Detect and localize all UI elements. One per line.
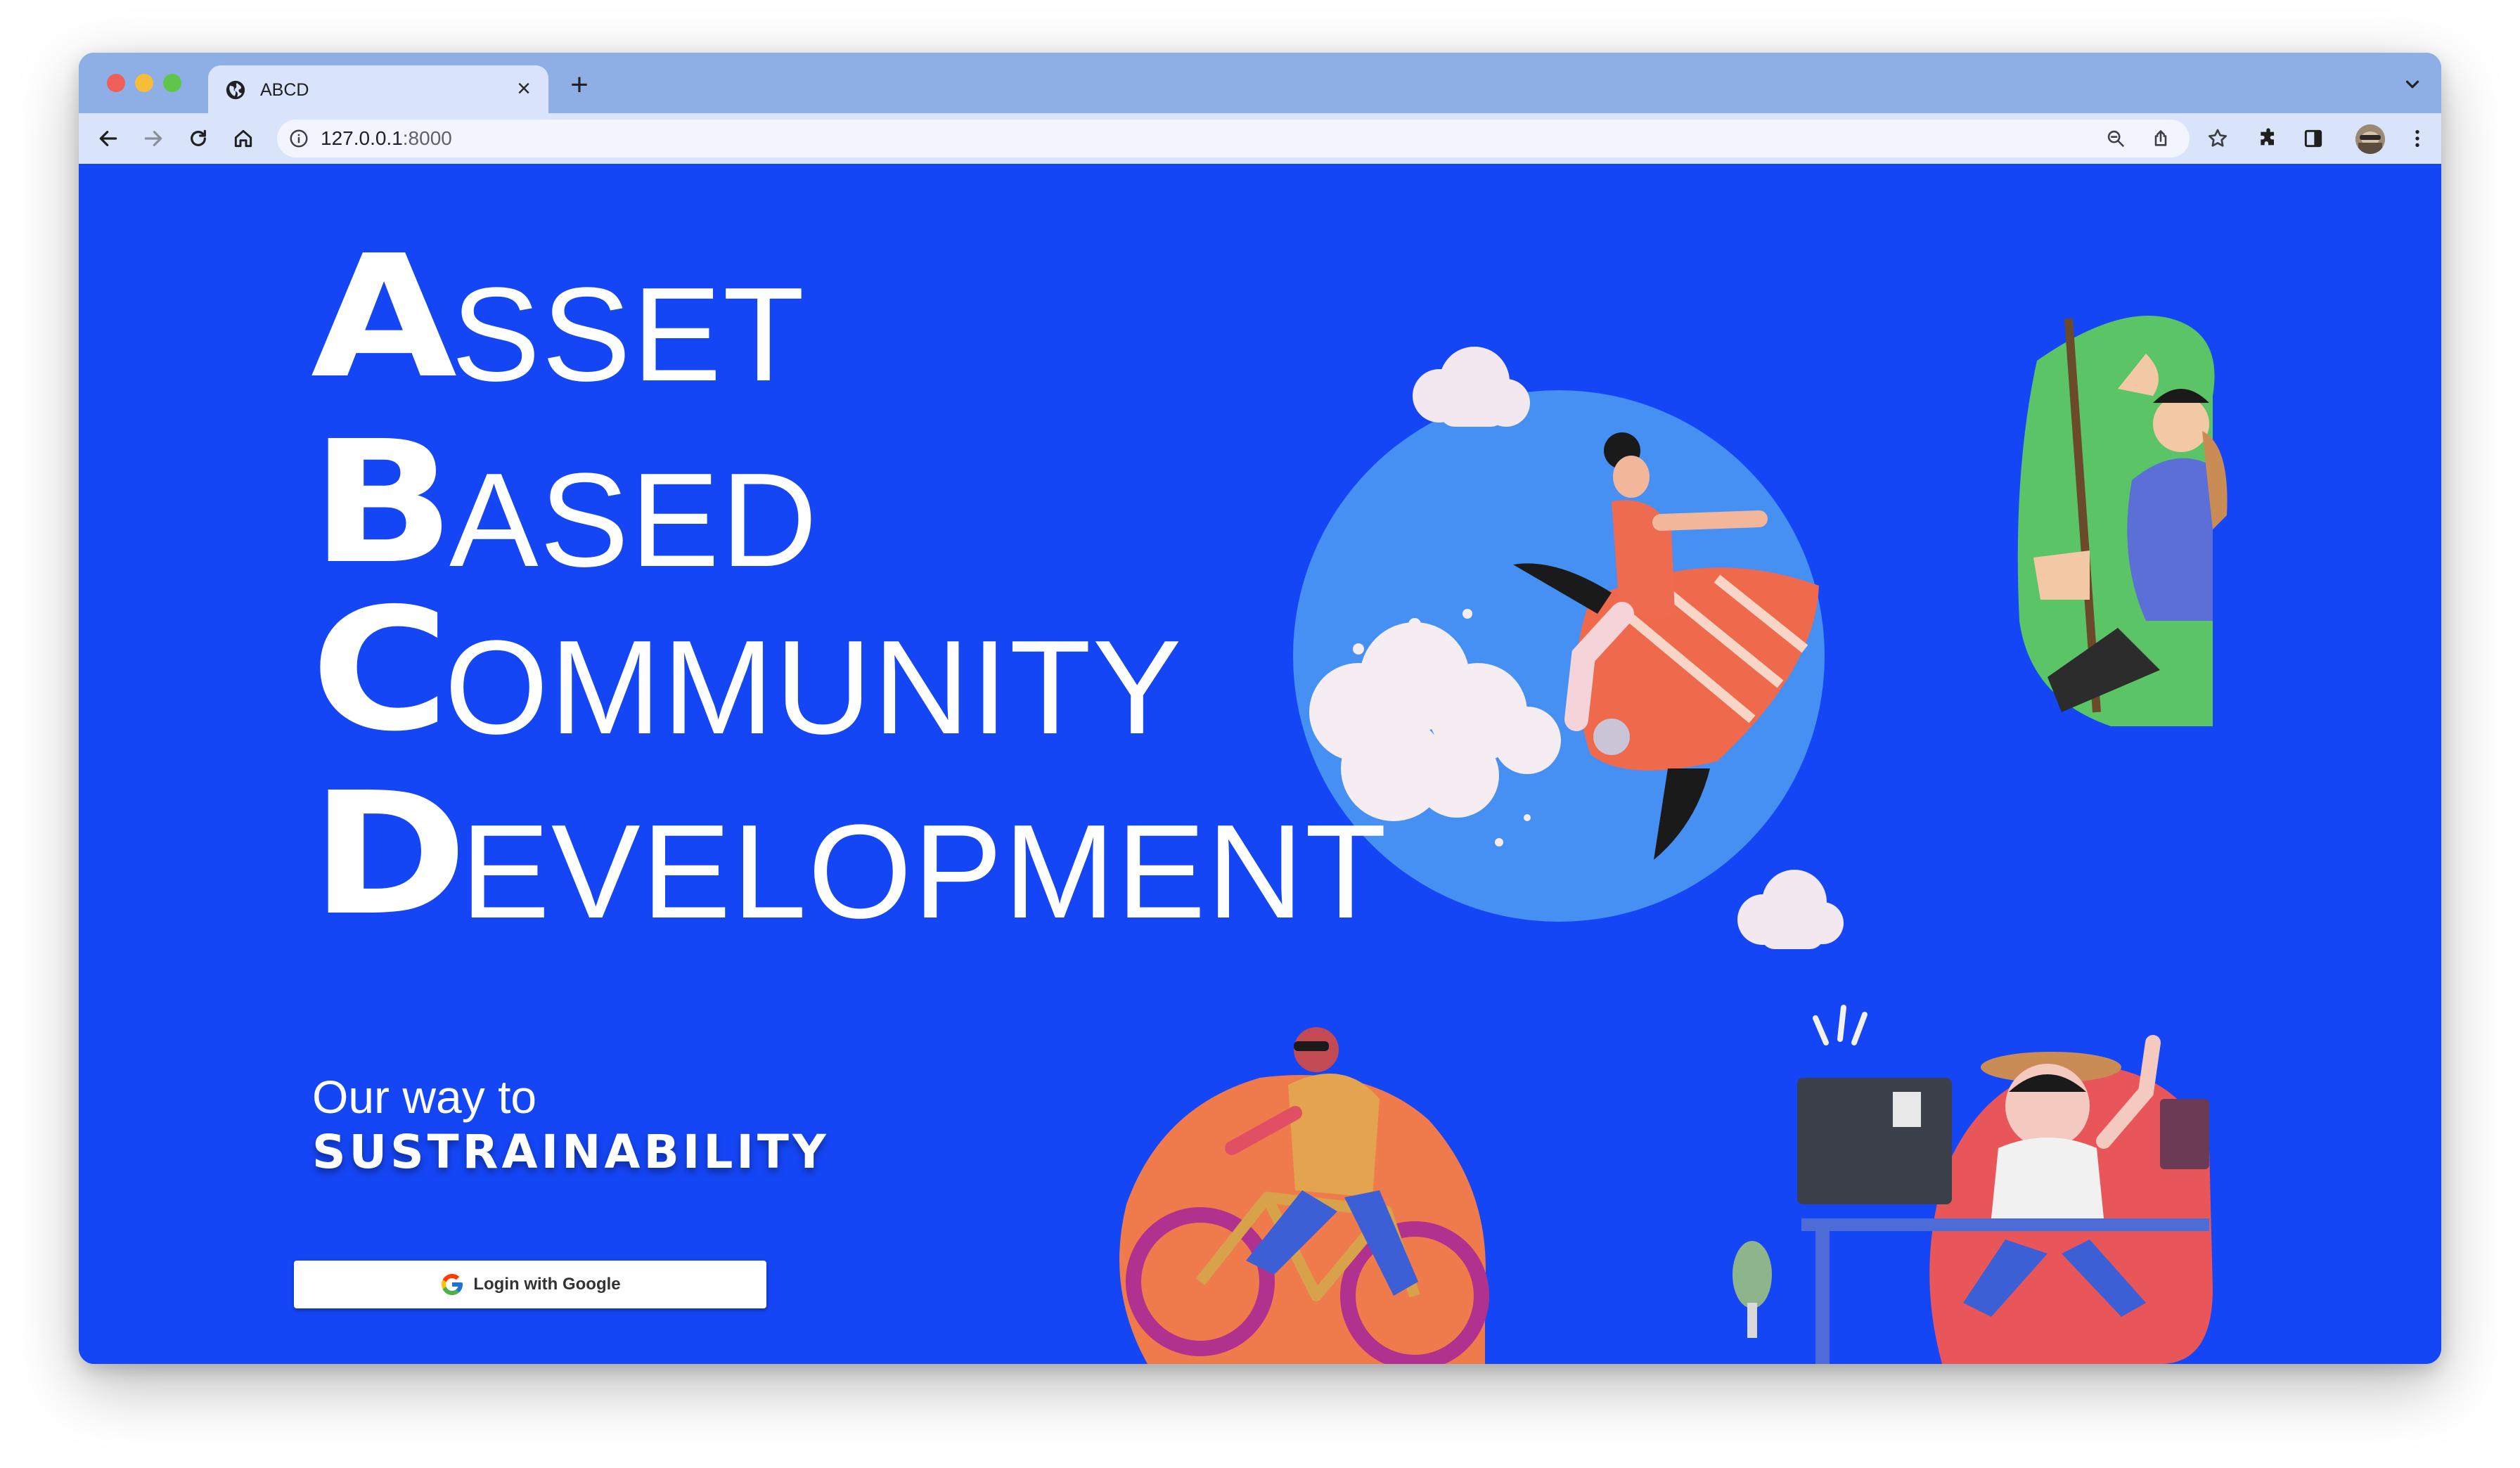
share-icon[interactable] [2149,127,2173,150]
browser-window: ABCD × + 127.0.0.1:8000 ASSET BASED COMM… [79,53,2441,1364]
chevron-down-icon[interactable] [2402,74,2423,95]
plus-icon[interactable]: + [565,70,593,101]
extensions-icon[interactable] [2254,124,2282,153]
zoom-icon[interactable] [2104,127,2128,150]
tab-abcd[interactable]: ABCD × [208,65,548,113]
info-icon[interactable] [288,128,309,149]
google-g-icon [442,1274,463,1295]
browser-toolbar: 127.0.0.1:8000 [79,113,2441,164]
tagline-highlight: SUSTRAINABILITY [312,1125,830,1179]
address-bar[interactable]: 127.0.0.1:8000 [277,120,2190,157]
office-worker-card [1732,1005,2213,1364]
star-icon[interactable] [2204,124,2232,153]
headline-initial: B [311,404,455,601]
globe-icon [226,80,245,100]
tab-title: ABCD [260,80,309,100]
back-arrow-icon[interactable] [94,124,122,153]
sidepanel-icon[interactable] [2299,124,2327,153]
cloud-icon [1737,870,1844,949]
headline-line-1: ASSET [311,233,806,401]
home-icon[interactable] [229,124,257,153]
headline-rest: ASED [449,446,819,595]
reload-icon[interactable] [184,124,212,153]
forward-arrow-icon[interactable] [139,124,167,153]
headline-initial: C [311,572,450,768]
maximize-window-button[interactable] [163,74,181,92]
cyclist-card [1119,1027,1489,1364]
url-text[interactable]: 127.0.0.1:8000 [321,127,452,150]
close-icon[interactable]: × [512,77,536,101]
headline-line-4: DEVELOPMENT [311,770,1388,939]
kebab-menu-icon[interactable] [2403,124,2431,153]
tagline-intro: Our way to [312,1071,537,1123]
headline-line-2: BASED [311,418,818,587]
cloud-icon [1413,347,1530,427]
page-viewport: ASSET BASED COMMUNITY DEVELOPMENT Our wa… [79,164,2441,1364]
avatar[interactable] [2355,124,2385,154]
login-button-label: Login with Google [473,1275,621,1294]
headline-initial: A [311,219,458,416]
url-port: :8000 [402,127,452,149]
url-host: 127.0.0.1 [321,127,403,149]
login-with-google-button[interactable]: Login with Google [294,1261,766,1308]
headline-line-3: COMMUNITY [311,586,1183,754]
minimize-window-button[interactable] [135,74,153,92]
hiker-card [2017,316,2228,726]
headline-rest: SSET [451,260,806,409]
headline-rest: EVELOPMENT [461,797,1388,946]
headline-rest: OMMUNITY [444,613,1183,762]
tab-strip: ABCD × + [79,53,2441,113]
headline-initial: D [311,756,468,953]
close-window-button[interactable] [107,74,125,92]
